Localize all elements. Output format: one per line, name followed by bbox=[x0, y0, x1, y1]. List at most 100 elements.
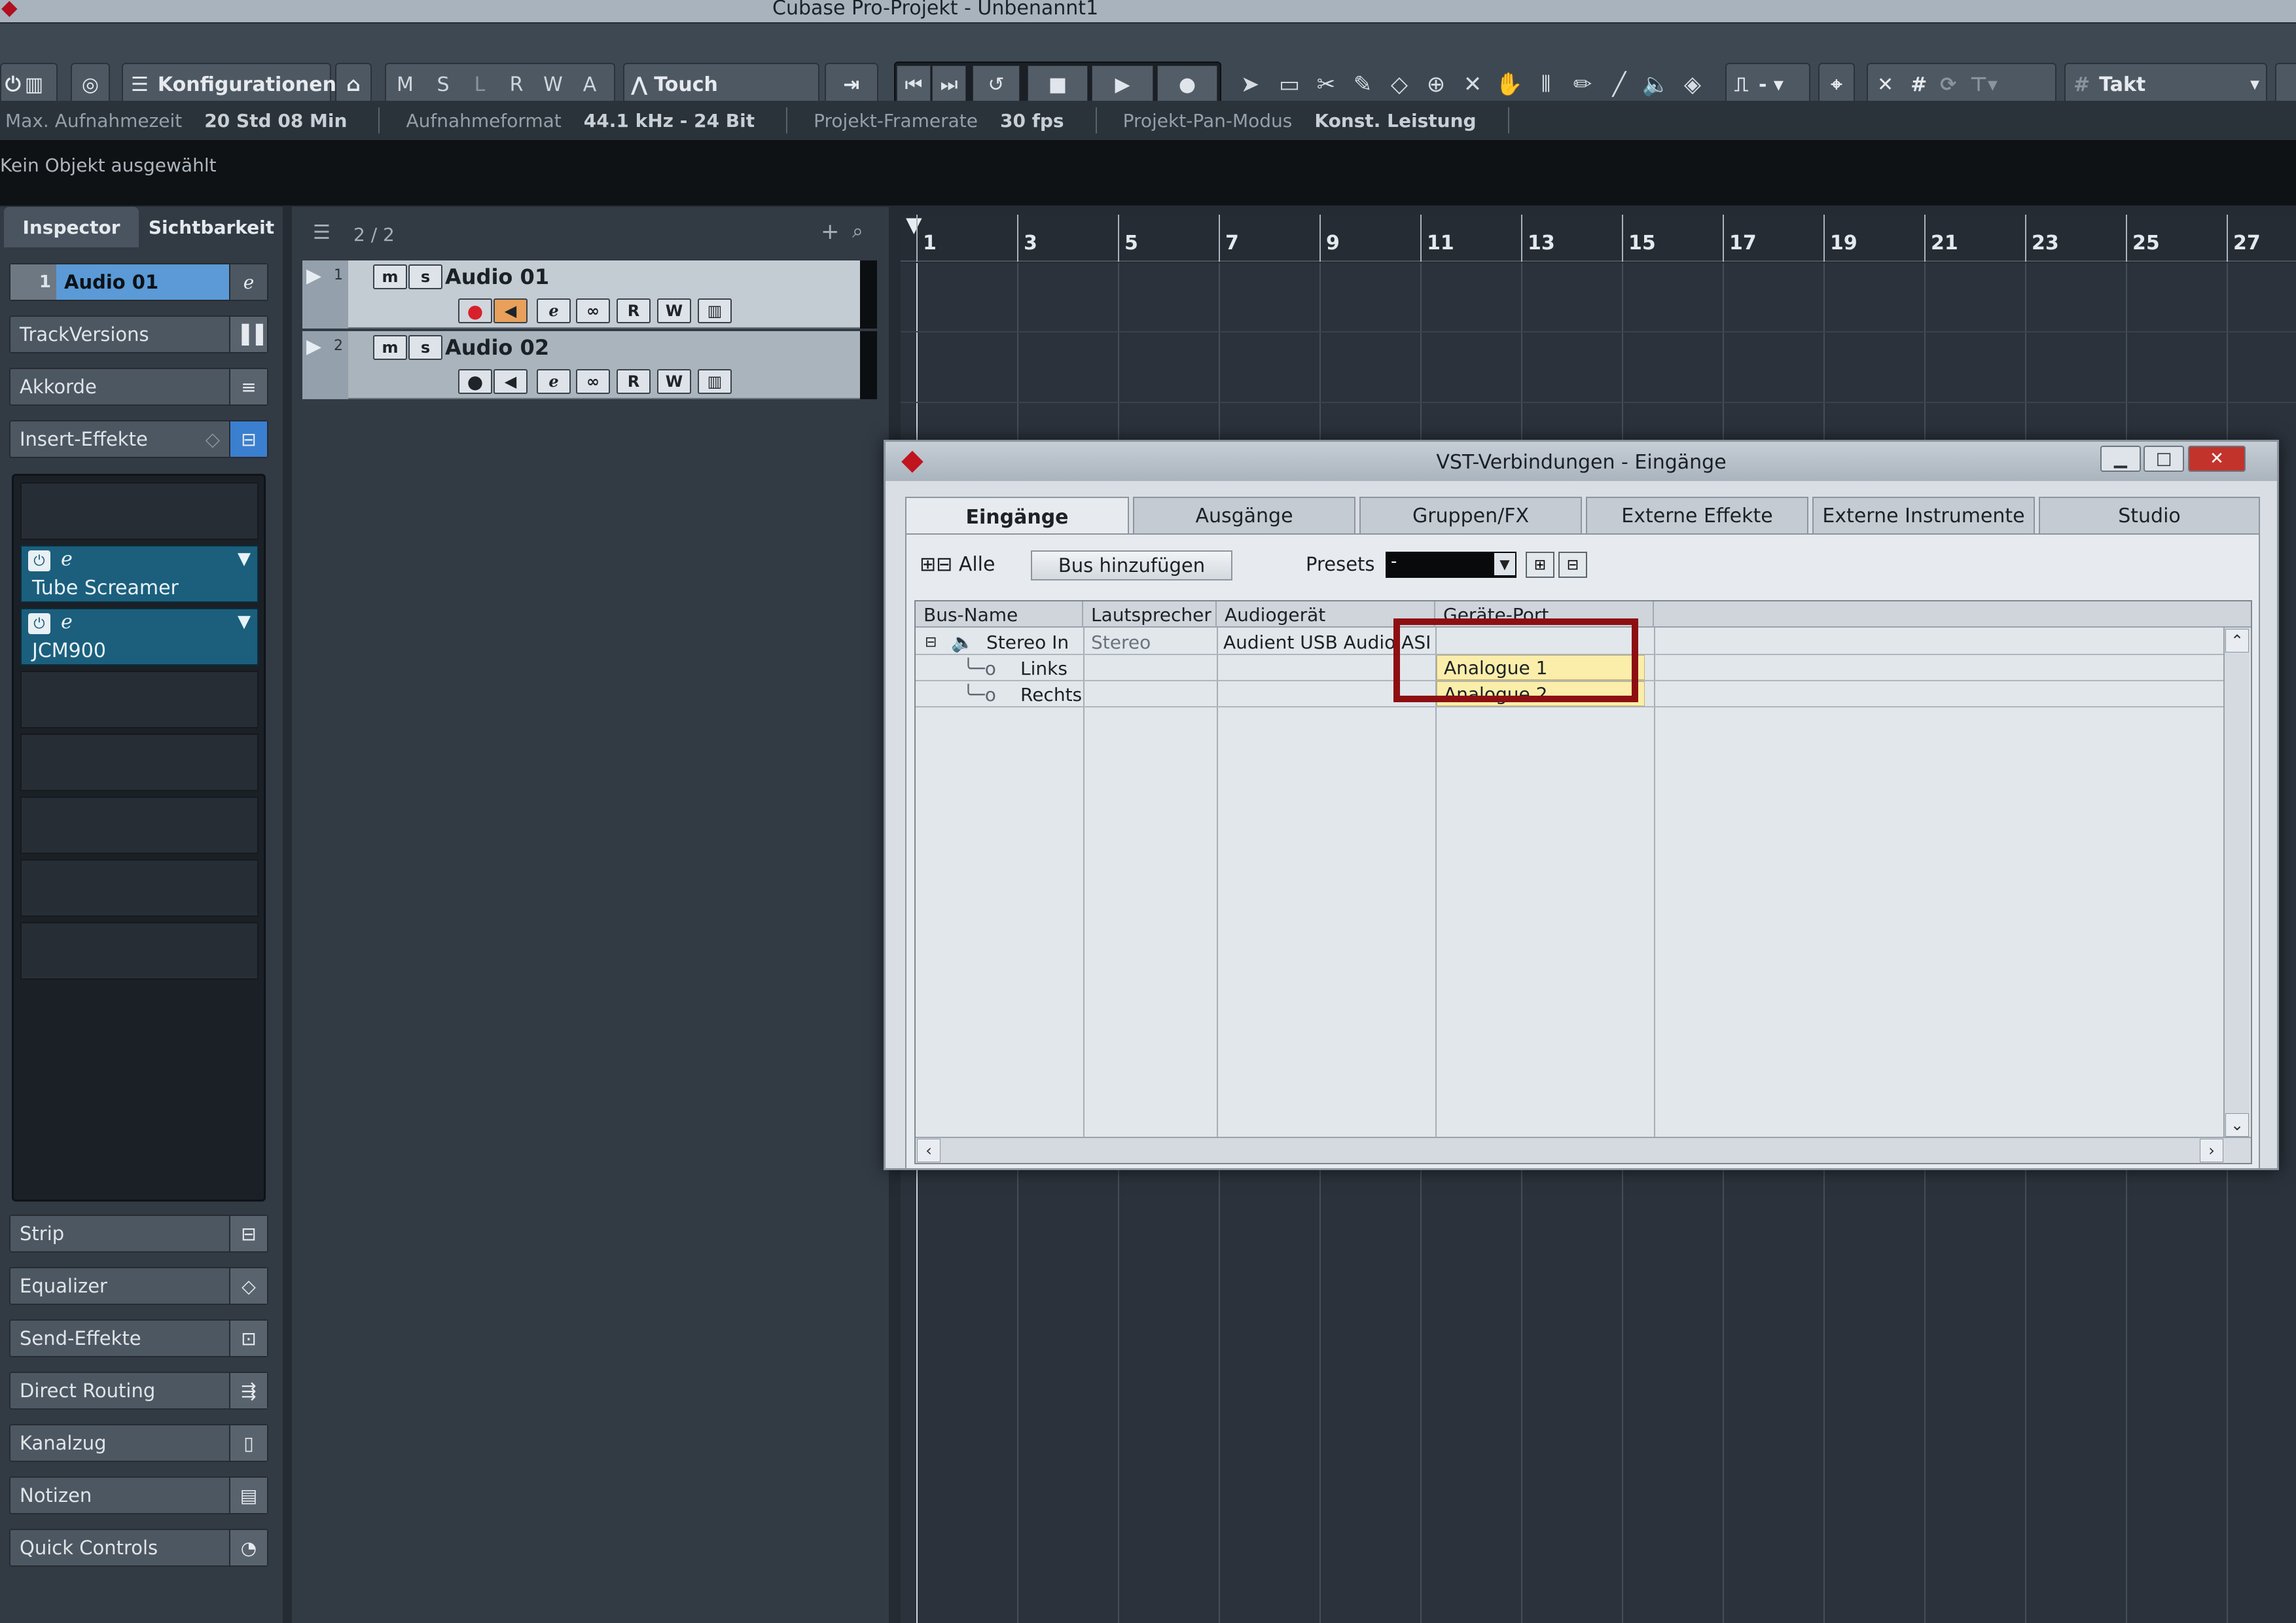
configurations-dropdown[interactable]: ☰ Konfigurationen ▼ bbox=[122, 63, 352, 106]
scroll-left-icon[interactable]: ‹ bbox=[917, 1139, 941, 1162]
bus-name[interactable]: Stereo In bbox=[986, 629, 1069, 655]
section-insert-effects[interactable]: Insert-Effekte ◇ ⊟ bbox=[9, 420, 268, 458]
column-header[interactable]: Bus-Name bbox=[916, 601, 1083, 628]
section-trackversions[interactable]: TrackVersions ▐▐ bbox=[9, 315, 268, 353]
track-name[interactable]: Audio 02 bbox=[445, 335, 549, 360]
close-button[interactable]: ✕ bbox=[2188, 446, 2246, 472]
solo-button[interactable]: s bbox=[408, 335, 442, 360]
edit-channel-icon[interactable]: ℯ bbox=[229, 264, 267, 300]
rec-format-value[interactable]: 44.1 kHz - 24 Bit bbox=[584, 110, 755, 132]
tab-groups-fx[interactable]: Gruppen/FX bbox=[1359, 497, 1582, 533]
column-header[interactable]: Lautsprecher bbox=[1083, 601, 1217, 628]
erase-tool[interactable]: ◇ bbox=[1384, 67, 1415, 102]
dropdown-arrow-icon[interactable]: ▼ bbox=[238, 612, 251, 632]
timeline-ruler[interactable]: ▼ 1 3 5 7 9 11 13 15 17 19 21 23 25 27 bbox=[901, 212, 2296, 262]
max-rec-time-value[interactable]: 20 Std 08 Min bbox=[204, 110, 347, 132]
automation-all-button[interactable]: A bbox=[572, 64, 607, 105]
expand-triangle-icon[interactable]: ▶ bbox=[306, 264, 321, 287]
extra-button[interactable] bbox=[2275, 63, 2296, 106]
vertical-scrollbar[interactable]: ⌃ ⌄ bbox=[2223, 628, 2250, 1138]
section-channel-strip[interactable]: Kanalzug ▯ bbox=[9, 1424, 268, 1462]
edit-channel-button[interactable]: ℯ bbox=[537, 369, 571, 394]
write-automation-button[interactable]: W bbox=[657, 369, 691, 394]
grid-type-dropdown[interactable]: # Takt ▼ bbox=[2064, 63, 2267, 106]
tab-external-instruments[interactable]: Externe Instrumente bbox=[1812, 497, 2035, 533]
tab-inputs[interactable]: Eingänge bbox=[905, 497, 1129, 536]
inspector-track-header[interactable]: 1 Audio 01 ℯ bbox=[9, 263, 268, 301]
section-notes[interactable]: Notizen ▤ bbox=[9, 1476, 268, 1514]
remove-preset-button[interactable]: ⊟ bbox=[1558, 552, 1587, 578]
record-enable-button[interactable]: ● bbox=[458, 298, 492, 323]
insert-slot-empty[interactable] bbox=[20, 734, 259, 791]
mute-tool[interactable]: ✕ bbox=[1457, 67, 1488, 102]
playhead-marker-icon[interactable]: ▼ bbox=[906, 212, 922, 237]
record-button[interactable]: ● bbox=[1157, 65, 1217, 103]
scroll-up-icon[interactable]: ⌃ bbox=[2225, 629, 2249, 652]
lanes-button[interactable]: ▥ bbox=[698, 298, 732, 323]
object-selection-tool[interactable]: ➤ bbox=[1234, 67, 1266, 102]
add-bus-button[interactable]: Bus hinzufügen bbox=[1031, 550, 1232, 580]
mute-button[interactable]: m bbox=[373, 335, 407, 360]
collapse-icon[interactable]: ⊟ bbox=[925, 629, 937, 655]
monitor-button[interactable]: ◀ bbox=[493, 298, 528, 323]
play-tool[interactable]: 🔈 bbox=[1640, 67, 1672, 102]
tab-visibility[interactable]: Sichtbarkeit bbox=[144, 207, 279, 247]
mute-all-button[interactable]: M bbox=[387, 64, 423, 105]
insert-slot-empty[interactable] bbox=[20, 859, 259, 917]
framerate-value[interactable]: 30 fps bbox=[1000, 110, 1064, 132]
lanes-button[interactable]: ▥ bbox=[698, 369, 732, 394]
record-enable-button[interactable]: ● bbox=[458, 369, 492, 394]
read-automation-button[interactable]: R bbox=[617, 369, 651, 394]
line-tool[interactable]: ╱ bbox=[1604, 67, 1635, 102]
link-button[interactable]: ∞ bbox=[576, 298, 610, 323]
presets-select[interactable]: - ▼ bbox=[1386, 552, 1516, 578]
glue-tool[interactable]: ✎ bbox=[1347, 67, 1378, 102]
edit-channel-button[interactable]: ℯ bbox=[537, 298, 571, 323]
vst-window-titlebar[interactable]: ◆ VST-Verbindungen - Eingänge ▁ □ ✕ bbox=[886, 442, 2277, 481]
tab-external-fx[interactable]: Externe Effekte bbox=[1586, 497, 1808, 533]
color-tool[interactable]: ◈ bbox=[1677, 67, 1708, 102]
edit-icon[interactable]: ℯ bbox=[61, 611, 73, 633]
tab-studio[interactable]: Studio bbox=[2039, 497, 2260, 533]
speaker-config[interactable]: Stereo bbox=[1091, 629, 1151, 655]
scroll-right-icon[interactable]: › bbox=[2200, 1139, 2223, 1162]
tab-inspector[interactable]: Inspector bbox=[4, 207, 139, 247]
section-quick-controls[interactable]: Quick Controls ◔ bbox=[9, 1529, 268, 1567]
constrain-delay-button[interactable]: ◎ bbox=[71, 63, 110, 106]
stop-button[interactable]: ■ bbox=[1028, 65, 1088, 103]
maximize-button[interactable]: □ bbox=[2144, 446, 2184, 472]
read-all-button[interactable]: R bbox=[499, 64, 534, 105]
write-automation-button[interactable]: W bbox=[657, 298, 691, 323]
minimize-button[interactable]: ▁ bbox=[2100, 446, 2141, 472]
zoom-tool[interactable]: ⊕ bbox=[1420, 67, 1452, 102]
section-direct-routing[interactable]: Direct Routing ⇶ bbox=[9, 1372, 268, 1410]
section-chords[interactable]: Akkorde ≡ bbox=[9, 368, 268, 406]
expand-triangle-icon[interactable]: ▶ bbox=[306, 335, 321, 358]
insert-slot-empty[interactable] bbox=[20, 671, 259, 728]
tab-outputs[interactable]: Ausgänge bbox=[1133, 497, 1355, 533]
read-automation-button[interactable]: R bbox=[617, 298, 651, 323]
pan-mode-value[interactable]: Konst. Leistung bbox=[1314, 110, 1476, 132]
comp-tool[interactable]: ⦀ bbox=[1530, 67, 1562, 102]
snap-type-dropdown[interactable]: ⎍ - ▾ bbox=[1725, 63, 1810, 106]
link-button[interactable]: ∞ bbox=[576, 369, 610, 394]
solo-button[interactable]: s bbox=[408, 264, 442, 289]
mute-button[interactable]: m bbox=[373, 264, 407, 289]
snap-to-zero-button[interactable]: ⌖ bbox=[1818, 63, 1855, 106]
go-to-start-button[interactable]: ⏮ bbox=[897, 65, 931, 103]
store-preset-button[interactable]: ⊞ bbox=[1526, 552, 1554, 578]
autoscroll-button[interactable]: ⇥ bbox=[825, 63, 878, 106]
track-row[interactable]: ▶ 1 m s Audio 01 ● ◀ ℯ ∞ R W ▥ bbox=[302, 260, 877, 329]
range-selection-tool[interactable]: ▭ bbox=[1274, 67, 1305, 102]
edit-icon[interactable]: ℯ bbox=[61, 548, 73, 571]
horizontal-scrollbar[interactable]: ‹ › bbox=[916, 1137, 2251, 1163]
insert-slot-empty[interactable] bbox=[20, 482, 259, 540]
track-list-icon[interactable]: ☰ bbox=[313, 221, 331, 244]
section-equalizer[interactable]: Equalizer ◇ bbox=[9, 1267, 268, 1305]
expand-all-toggle[interactable]: ⊞⊟ Alle bbox=[920, 553, 995, 576]
scroll-down-icon[interactable]: ⌄ bbox=[2225, 1113, 2249, 1137]
split-tool[interactable]: ✂ bbox=[1310, 67, 1342, 102]
section-send-effects[interactable]: Send-Effekte ⊡ bbox=[9, 1319, 268, 1357]
track-name[interactable]: Audio 01 bbox=[445, 264, 549, 289]
dropdown-arrow-icon[interactable]: ▼ bbox=[238, 549, 251, 569]
